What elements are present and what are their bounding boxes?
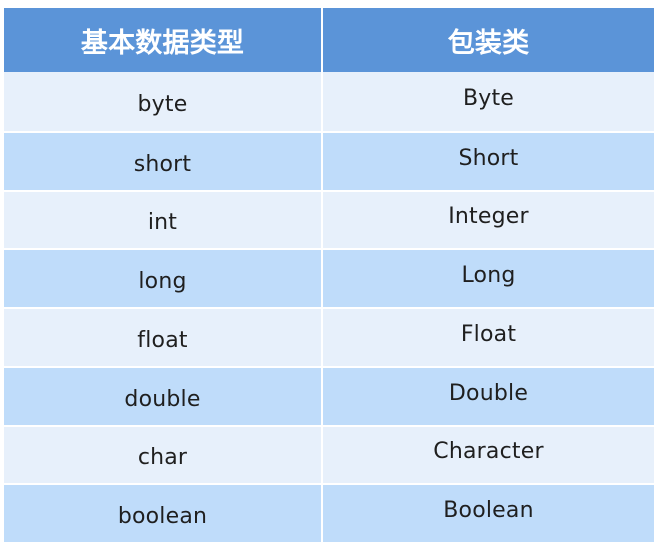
header-primitive-type: 基本数据类型 (4, 8, 323, 72)
cell-primitive-long: long (4, 248, 323, 307)
cell-wrapper-boolean: Boolean (323, 483, 654, 542)
cell-wrapper-integer: Integer (323, 189, 654, 249)
cell-wrapper-double: Double (323, 365, 654, 425)
cell-wrapper-character: Character (323, 424, 654, 484)
cell-primitive-char: char (4, 424, 323, 484)
cell-wrapper-long: Long (323, 248, 654, 307)
cell-wrapper-short: Short (323, 130, 654, 190)
wrapper-class-table: 基本数据类型 包装类 byte Byte short Short int Int… (4, 8, 654, 550)
cell-primitive-double: double (4, 365, 323, 425)
cell-wrapper-float: Float (323, 307, 654, 366)
cell-primitive-short: short (4, 130, 323, 190)
header-wrapper-class: 包装类 (323, 8, 654, 72)
cell-primitive-boolean: boolean (4, 483, 323, 542)
cell-primitive-byte: byte (4, 72, 323, 131)
cell-wrapper-byte: Byte (323, 72, 654, 131)
cell-primitive-int: int (4, 189, 323, 249)
cell-primitive-float: float (4, 307, 323, 366)
